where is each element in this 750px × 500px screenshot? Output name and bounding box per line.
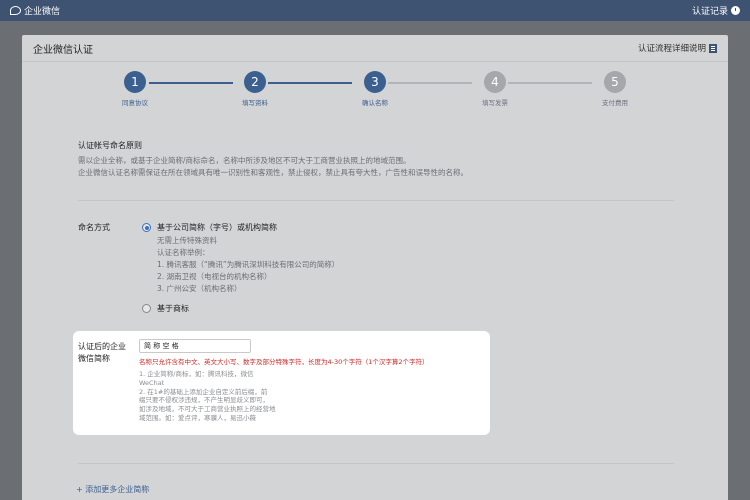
step-label: 填写资料 — [242, 99, 268, 107]
short-name-form: 认证后的企业 微信简称 名称只允许含有中文、英文大小写、数字及部分特殊字符，长度… — [73, 331, 490, 435]
hint-line: WeChat — [139, 378, 165, 387]
rules-line-1: 需以企业全称，或基于企业简称/商标命名，名称中所涉及地区不可大于工商营业执照上的… — [78, 156, 411, 165]
detail-line: 1. 腾讯客服（“腾讯”为腾讯深圳科技有限公司的简称） — [157, 260, 340, 269]
label-line: 认证后的企业 — [78, 342, 126, 351]
brand[interactable]: 企业微信 — [10, 4, 60, 17]
step-1: 1 同意协议 — [95, 71, 175, 107]
step-5: 5 支付费用 — [575, 71, 655, 107]
radio-company-abbreviation[interactable] — [142, 223, 151, 232]
detail-line: 3. 广州公安（机构名称） — [157, 284, 242, 293]
detail-line: 无需上传特殊资料 — [157, 236, 217, 245]
page-title: 企业微信认证 — [33, 44, 93, 56]
naming-options: 基于公司简称（字号）或机构简称 无需上传特殊资料 认证名称举例： 1. 腾讯客服… — [142, 222, 662, 314]
step-number: 2 — [244, 71, 266, 93]
step-4: 4 填写发票 — [455, 71, 535, 107]
brand-name: 企业微信 — [24, 7, 61, 17]
step-label: 支付费用 — [602, 99, 628, 107]
naming-rules: 认证帐号命名原则 需以企业全称，或基于企业简称/商标命名，名称中所涉及地区不可大… — [78, 140, 672, 179]
short-name-input[interactable] — [139, 339, 251, 353]
label-line: 微信简称 — [78, 354, 110, 363]
records-label: 认证记录 — [691, 7, 728, 17]
naming-hints: 1. 企业简称/商标，如：腾讯科技，微信 WeChat 2. 在1#的基础上添加… — [139, 370, 319, 423]
detail-line: 2. 湖南卫视（电视台的机构名称） — [157, 272, 272, 281]
divider — [78, 463, 674, 464]
option-title: 基于公司简称（字号）或机构简称 — [157, 223, 277, 232]
panel-header: 企业微信认证 认证流程详细说明 — [22, 35, 728, 62]
step-number: 1 — [124, 71, 146, 93]
option-details: 无需上传特殊资料 认证名称举例： 1. 腾讯客服（“腾讯”为腾讯深圳科技有限公司… — [157, 235, 662, 295]
step-label: 同意协议 — [122, 99, 148, 107]
step-number: 3 — [364, 71, 386, 93]
document-icon — [709, 43, 717, 53]
option-title: 基于商标 — [157, 304, 189, 313]
top-bar: 企业微信 认证记录 — [0, 0, 750, 21]
step-3: 3 确认名称 — [335, 71, 415, 107]
step-number: 5 — [604, 71, 626, 93]
radio-trademark[interactable] — [142, 304, 151, 313]
hint-line: 1. 企业简称/商标，如：腾讯科技，微信 — [139, 370, 254, 378]
step-label: 填写发票 — [482, 99, 508, 107]
chat-bubble-icon — [10, 6, 21, 15]
divider — [78, 200, 674, 201]
naming-method-label: 命名方式 — [78, 223, 110, 232]
progress-steps: 1 同意协议 2 填写资料 3 确认名称 4 填写发票 5 支付费用 — [22, 71, 728, 111]
option-company-abbreviation[interactable]: 基于公司简称（字号）或机构简称 — [142, 222, 662, 233]
hint-line: 域范围。如：爱点评，寒骥人，易迅小薇 — [139, 413, 256, 422]
guide-link[interactable]: 认证流程详细说明 — [638, 42, 717, 54]
step-label: 确认名称 — [362, 99, 388, 107]
hint-line: 如涉及地域，不可大于工商营业执照上的经营地 — [139, 405, 276, 414]
option-trademark[interactable]: 基于商标 — [142, 303, 662, 314]
step-number: 4 — [484, 71, 506, 93]
add-more-names-link[interactable]: + 添加更多企业简称 — [76, 484, 149, 495]
detail-line: 认证名称举例： — [157, 248, 210, 257]
rules-title: 认证帐号命名原则 — [78, 141, 142, 150]
rules-line-2: 企业微信认证名称需保证在所在领域具有唯一识别性和客观性，禁止侵权，禁止具有夸大性… — [78, 168, 468, 177]
clock-icon — [731, 6, 740, 15]
guide-link-label: 认证流程详细说明 — [637, 44, 706, 54]
hint-line: 缀只要不侵权涉违规，不产生明显歧义即可， — [139, 396, 269, 405]
validation-error: 名称只允许含有中文、英文大小写、数字及部分特殊字符，长度为4-30个字符（1个汉… — [139, 358, 429, 366]
short-name-label: 认证后的企业 微信简称 — [78, 341, 136, 365]
step-2: 2 填写资料 — [215, 71, 295, 107]
records-link[interactable]: 认证记录 — [692, 4, 740, 17]
